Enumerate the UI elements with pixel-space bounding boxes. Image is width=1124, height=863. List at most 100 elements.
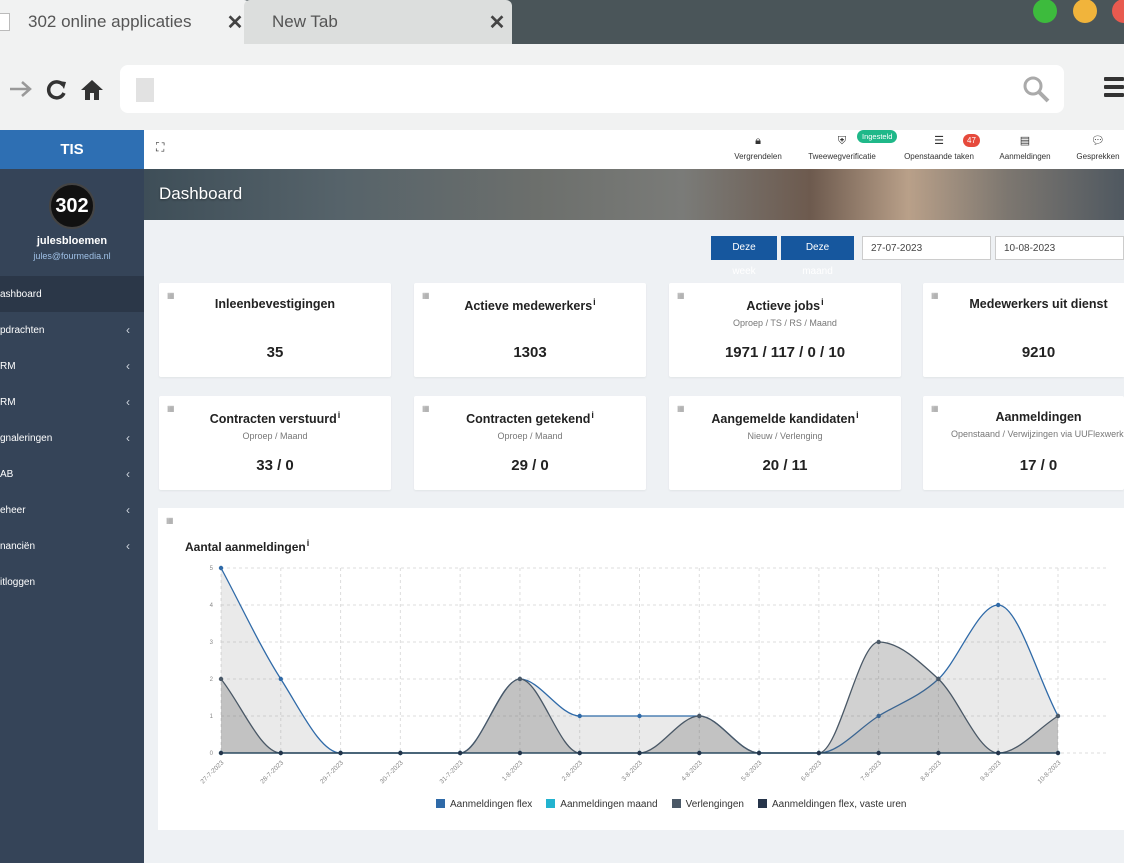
y-tick-label: 3: [210, 640, 214, 646]
calendar-icon: ▦: [422, 291, 430, 300]
card-subtitle: Oproep / TS / RS / Maand: [733, 318, 837, 329]
conversations-label: Gesprekken: [1076, 152, 1120, 161]
data-point: [577, 750, 582, 756]
lock-button[interactable]: 🔒︎ Vergrendelen: [733, 134, 783, 161]
data-point: [398, 750, 403, 756]
card-title: Contracten verstuurdi: [209, 410, 341, 427]
x-tick-label: 30-7-2023: [379, 759, 405, 785]
user-name: julesbloemen: [36, 235, 108, 247]
conversations-button[interactable]: 💬︎ Gesprekken: [1073, 134, 1123, 161]
date-filters: Deze week Deze maand: [711, 236, 1124, 277]
data-point: [517, 750, 523, 756]
stat-card-aanmeldingen[interactable]: ▦ Aanmeldingen Openstaand / Verwijzingen…: [923, 396, 1124, 490]
card-title: Inleenbevestigingen: [214, 297, 336, 311]
sidebar-item-label: RM: [0, 396, 16, 408]
page-icon: [136, 78, 154, 102]
browser-tab-active[interactable]: 302 online applicaties ✕: [0, 0, 250, 44]
x-tick-label: 6-8-2023: [800, 759, 824, 783]
sidebar-item-label: AB: [0, 468, 14, 480]
sidebar-item-hrm[interactable]: RM ‹: [0, 384, 144, 420]
two-factor-label: Tweewegverificatie: [808, 152, 876, 161]
browser-tab-new[interactable]: New Tab ✕: [244, 0, 512, 44]
home-icon[interactable]: [80, 79, 104, 101]
reload-icon[interactable]: [46, 79, 68, 101]
sidebar-item-uitloggen[interactable]: itloggen: [0, 564, 144, 600]
sidebar-item-beheer[interactable]: eheer ‹: [0, 492, 144, 528]
data-point: [1055, 750, 1061, 756]
x-tick-label: 9-8-2023: [979, 759, 1003, 783]
area-chart: 0 1 2 3 4 5 27-7-2023 28-7-2023 29-7-2023 30-7-20…: [200, 565, 1108, 785]
stat-card-actieve-medewerkers[interactable]: ▦ Actieve medewerkersi 1303: [414, 283, 646, 377]
two-factor-button[interactable]: ⛨ Ingesteld Tweewegverificatie: [807, 130, 898, 161]
sidebar-item-label: itloggen: [0, 576, 36, 588]
legend-item[interactable]: Aanmeldingen flex: [436, 799, 532, 810]
close-icon[interactable]: ✕: [482, 10, 512, 35]
brand-title[interactable]: TIS: [0, 130, 144, 169]
card-value: 17 / 0: [1019, 457, 1058, 474]
browser-menu-icon[interactable]: [1104, 77, 1124, 101]
sidebar-item-financien[interactable]: nanciën ‹: [0, 528, 144, 564]
sidebar-item-label: gnaleringen: [0, 432, 53, 444]
card-value: 35: [266, 344, 284, 361]
x-tick-label: 2-8-2023: [561, 759, 585, 783]
count-badge: 47: [963, 134, 980, 147]
data-point: [218, 676, 224, 682]
open-tasks-button[interactable]: ☰ 47 Openstaande taken: [901, 134, 980, 161]
info-icon: i: [593, 297, 596, 307]
y-tick-label: 2: [210, 677, 214, 683]
card-value: 33 / 0: [256, 457, 294, 474]
registrations-label: Aanmeldingen: [999, 152, 1051, 161]
sidebar-item-ab[interactable]: AB ‹: [0, 456, 144, 492]
window-maximize-button[interactable]: [1033, 0, 1057, 23]
card-subtitle: Oproep / Maand: [242, 431, 308, 442]
data-point: [936, 750, 941, 756]
data-point: [996, 602, 1001, 608]
card-subtitle: Nieuw / Verlenging: [747, 431, 823, 442]
registrations-chart-card: ▦ Aantal aanmeldingeni 0 1 2 3 4 5 27-7-2023 28…: [158, 508, 1124, 830]
data-point: [278, 676, 283, 682]
data-point: [1055, 713, 1061, 719]
card-title: Contracten getekendi: [466, 410, 594, 427]
card-value: 1303: [513, 344, 547, 361]
x-tick-label: 31-7-2023: [439, 759, 465, 785]
calendar-icon: ▦: [677, 404, 685, 413]
legend-item[interactable]: Verlengingen: [671, 799, 744, 810]
page-title: Dashboard: [159, 184, 243, 203]
y-tick-label: 1: [210, 714, 214, 720]
x-tick-label: 8-8-2023: [919, 759, 943, 783]
sidebar-item-crm[interactable]: RM ‹: [0, 348, 144, 384]
stat-card-contracten-getekend[interactable]: ▦ Contracten getekendi Oproep / Maand 29…: [414, 396, 646, 490]
this-month-button[interactable]: Deze maand: [780, 236, 854, 277]
legend-item[interactable]: Aanmeldingen maand: [546, 799, 658, 810]
stat-card-aangemelde-kandidaten[interactable]: ▦ Aangemelde kandidateni Nieuw / Verleng…: [669, 396, 901, 490]
calendar-icon: ▦: [931, 291, 939, 300]
chevron-left-icon: ‹: [126, 431, 130, 445]
chat-icon: 💬︎: [1091, 135, 1105, 147]
sidebar-item-opdrachten[interactable]: pdrachten ‹: [0, 312, 144, 348]
card-value: 20 / 11: [762, 457, 808, 474]
this-week-button[interactable]: Deze week: [711, 236, 777, 277]
stat-card-uit-dienst[interactable]: ▦ Medewerkers uit dienst 9210: [923, 283, 1124, 377]
date-to-input[interactable]: [995, 236, 1124, 260]
stat-card-contracten-verstuurd[interactable]: ▦ Contracten verstuurdi Oproep / Maand 3…: [159, 396, 391, 490]
browser-nav-bar: [0, 44, 1124, 130]
fullscreen-icon[interactable]: ⛶: [156, 140, 164, 155]
window-close-button[interactable]: [1112, 0, 1124, 23]
registrations-button[interactable]: ▤ Aanmeldingen: [997, 134, 1053, 161]
data-point: [936, 676, 941, 682]
address-bar[interactable]: [120, 65, 1064, 113]
stat-card-actieve-jobs[interactable]: ▦ Actieve jobsi Oproep / TS / RS / Maand…: [669, 283, 901, 377]
legend-item[interactable]: Aanmeldingen flex, vaste uren: [757, 799, 907, 810]
window-minimize-button[interactable]: [1073, 0, 1097, 23]
date-from-input[interactable]: [862, 236, 991, 260]
info-icon: i: [337, 410, 341, 420]
user-email[interactable]: jules@fourmedia.nl: [0, 251, 144, 261]
status-badge: Ingesteld: [857, 130, 898, 143]
card-value: 1971 / 117 / 0 / 10: [724, 344, 846, 361]
sidebar-item-dashboard[interactable]: ashboard: [0, 276, 144, 312]
forward-icon[interactable]: [8, 79, 34, 99]
data-point: [637, 713, 642, 719]
stat-card-inleenbevestigingen[interactable]: ▦ Inleenbevestigingen 35: [159, 283, 391, 377]
search-icon[interactable]: [1022, 75, 1050, 103]
sidebar-item-signaleringen[interactable]: gnaleringen ‹: [0, 420, 144, 456]
